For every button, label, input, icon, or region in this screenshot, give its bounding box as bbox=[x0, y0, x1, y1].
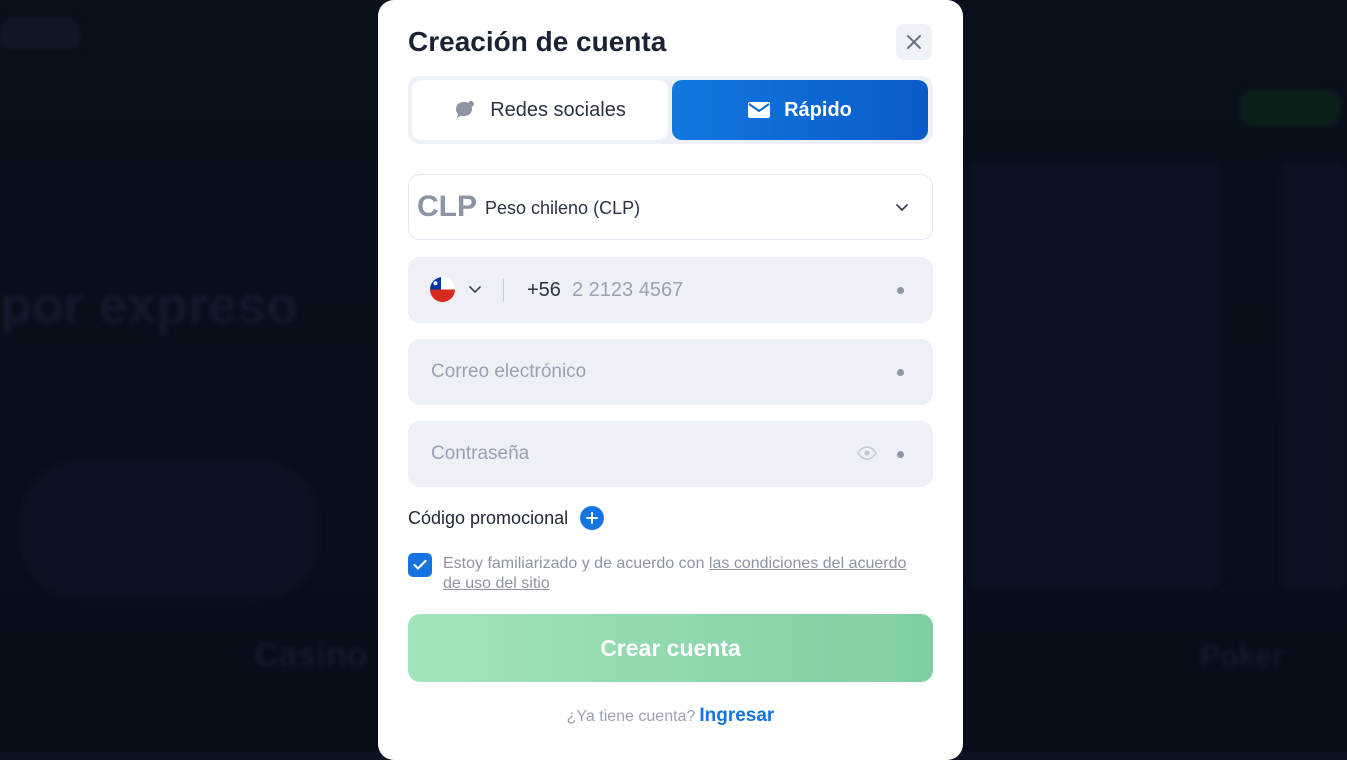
email-field[interactable]: Correo electrónico bbox=[408, 339, 933, 405]
login-link[interactable]: Ingresar bbox=[699, 705, 774, 726]
phone-country-code: +56 bbox=[527, 279, 561, 301]
agreement-checkbox[interactable] bbox=[408, 553, 432, 577]
password-placeholder: Contraseña bbox=[431, 443, 530, 464]
checkmark-icon bbox=[413, 559, 427, 571]
plus-icon[interactable] bbox=[580, 506, 605, 530]
phone-divider bbox=[503, 279, 504, 301]
promo-code-label: Código promocional bbox=[408, 507, 569, 528]
registration-modal: Creación de cuenta Redes sociales Rápido… bbox=[378, 0, 963, 760]
close-button[interactable] bbox=[896, 24, 932, 60]
eye-icon[interactable] bbox=[857, 445, 877, 461]
chevron-down-icon bbox=[896, 204, 908, 212]
tab-quick-label: Rápido bbox=[784, 98, 852, 121]
tab-social-label: Redes sociales bbox=[490, 98, 626, 121]
phone-input[interactable]: 2 2123 4567 bbox=[572, 279, 683, 302]
required-indicator bbox=[897, 369, 904, 376]
modal-title: Creación de cuenta bbox=[408, 26, 667, 57]
chat-bubble-icon bbox=[456, 101, 475, 118]
tab-social-networks[interactable]: Redes sociales bbox=[412, 80, 668, 140]
currency-code: CLP bbox=[417, 190, 477, 223]
login-prompt-row: ¿Ya tiene cuenta? Ingresar bbox=[378, 705, 963, 727]
currency-select[interactable]: CLP Peso chileno (CLP) bbox=[408, 174, 933, 240]
chile-flag-icon[interactable] bbox=[430, 277, 455, 302]
country-chevron-down-icon[interactable] bbox=[468, 282, 482, 296]
phone-field[interactable]: +56 2 2123 4567 bbox=[408, 257, 933, 323]
registration-tabs: Redes sociales Rápido bbox=[408, 76, 933, 144]
create-account-button[interactable]: Crear cuenta bbox=[408, 614, 933, 682]
envelope-icon bbox=[748, 102, 771, 118]
required-indicator bbox=[897, 287, 904, 294]
login-prompt: ¿Ya tiene cuenta? bbox=[566, 708, 696, 725]
agreement-prefix: Estoy familiarizado y de acuerdo con bbox=[443, 555, 709, 572]
password-field[interactable]: Contraseña bbox=[408, 421, 933, 487]
required-indicator bbox=[897, 451, 904, 458]
tab-quick[interactable]: Rápido bbox=[672, 80, 928, 140]
email-placeholder: Correo electrónico bbox=[431, 361, 587, 382]
currency-name: Peso chileno (CLP) bbox=[485, 198, 641, 218]
close-icon bbox=[907, 35, 921, 49]
agreement-text: Estoy familiarizado y de acuerdo con las… bbox=[443, 554, 913, 594]
promo-code-toggle[interactable]: Código promocional bbox=[408, 506, 605, 530]
